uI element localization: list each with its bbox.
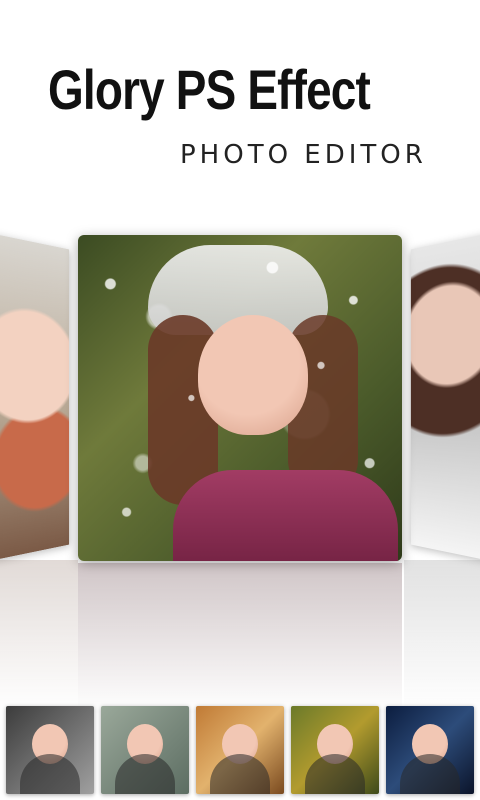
right-preview-reflection [404,560,480,710]
snow-effect-overlay [78,235,402,561]
right-preview-card[interactable] [410,233,480,561]
left-preview-card[interactable] [0,233,70,561]
thumbnail-4[interactable] [291,706,379,794]
main-preview-reflection [78,563,402,713]
app-title: Glory PS Effect [48,58,371,121]
main-preview-card[interactable] [78,235,402,561]
thumbnail-3[interactable] [196,706,284,794]
preview-carousel[interactable] [0,230,480,713]
left-preview-reflection [0,560,78,710]
thumbnail-2[interactable] [101,706,189,794]
app-subtitle: PHOTO EDITOR [180,140,427,170]
thumbnail-strip [6,706,474,794]
thumbnail-5[interactable] [386,706,474,794]
thumbnail-1[interactable] [6,706,94,794]
